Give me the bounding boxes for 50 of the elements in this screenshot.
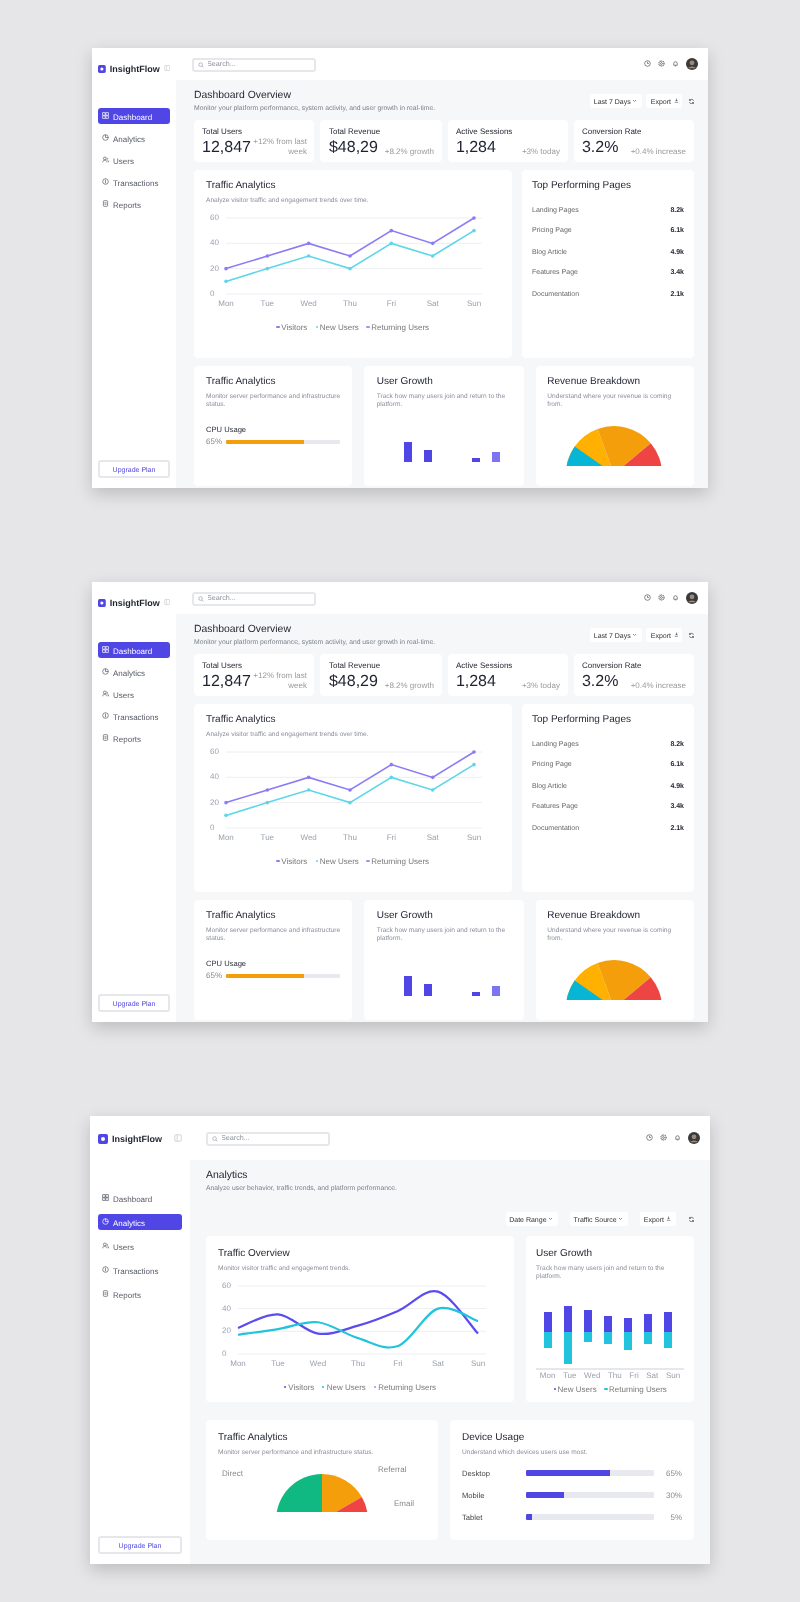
settings-icon[interactable] bbox=[658, 594, 665, 602]
coin-icon bbox=[102, 1266, 109, 1274]
data-point bbox=[430, 775, 435, 780]
clock-icon[interactable] bbox=[646, 1134, 653, 1142]
download-icon bbox=[666, 1216, 671, 1222]
refresh-icon[interactable] bbox=[687, 1215, 694, 1223]
users-icon bbox=[102, 156, 109, 164]
data-point bbox=[306, 775, 311, 780]
data-point bbox=[430, 241, 435, 246]
users-icon bbox=[102, 1242, 109, 1250]
download-icon bbox=[673, 98, 678, 104]
refresh-icon[interactable] bbox=[687, 97, 694, 105]
grid-icon bbox=[102, 646, 109, 654]
download-icon bbox=[673, 632, 678, 638]
chart-icon bbox=[102, 134, 109, 142]
logo-icon bbox=[98, 597, 106, 607]
coin-icon bbox=[102, 178, 109, 186]
clock-icon[interactable] bbox=[644, 594, 651, 602]
document-icon bbox=[102, 1290, 109, 1298]
stat-value: $48,29 bbox=[328, 140, 378, 156]
logo-icon bbox=[98, 1133, 108, 1143]
avatar[interactable] bbox=[688, 1132, 700, 1144]
data-point bbox=[306, 241, 311, 246]
logo-icon bbox=[98, 63, 106, 73]
stat-value: $48,29 bbox=[328, 674, 378, 690]
chart-icon bbox=[102, 1218, 109, 1226]
avatar[interactable] bbox=[686, 592, 698, 604]
stat-value: 3.2% bbox=[581, 140, 619, 156]
grid-icon bbox=[102, 1194, 109, 1202]
document-icon bbox=[102, 200, 109, 208]
stat-value: 3.2% bbox=[581, 674, 619, 690]
bell-icon[interactable] bbox=[672, 60, 679, 68]
clock-icon[interactable] bbox=[644, 60, 651, 68]
coin-icon bbox=[102, 712, 109, 720]
data-point bbox=[389, 775, 394, 780]
document-icon bbox=[102, 734, 109, 742]
stat-value: 12,847 bbox=[202, 674, 251, 690]
bell-icon[interactable] bbox=[674, 1134, 681, 1142]
stat-value: 12,847 bbox=[202, 140, 251, 156]
settings-icon[interactable] bbox=[658, 60, 665, 68]
grid-icon bbox=[102, 112, 109, 120]
stat-value: 1,284 bbox=[455, 674, 496, 690]
chart-icon bbox=[102, 668, 109, 676]
stat-value: 1,284 bbox=[455, 140, 496, 156]
bell-icon[interactable] bbox=[672, 594, 679, 602]
data-point bbox=[389, 241, 394, 246]
settings-icon[interactable] bbox=[660, 1134, 667, 1142]
refresh-icon[interactable] bbox=[687, 631, 694, 639]
users-icon bbox=[102, 690, 109, 698]
avatar[interactable] bbox=[686, 58, 698, 70]
